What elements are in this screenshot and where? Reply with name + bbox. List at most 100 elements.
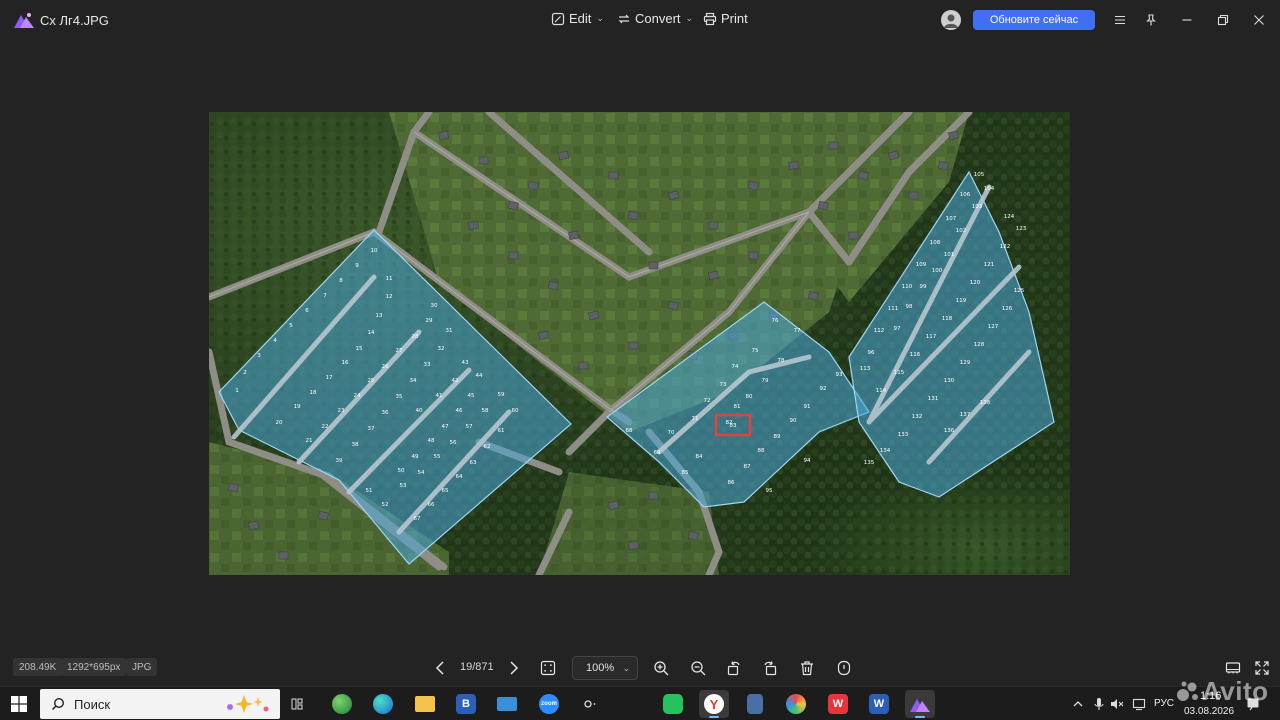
plot-number-label: 79 [762,378,769,384]
plot-number-label: 108 [930,240,941,246]
hamburger-menu-icon[interactable] [1110,10,1130,30]
plot-number-label: 46 [456,408,463,414]
plot-number-label: 59 [498,392,505,398]
plot-number-label: 17 [326,375,333,381]
plot-number-label: 69 [654,450,661,456]
minimize-icon[interactable] [1177,10,1197,30]
plot-number-label: 114 [876,388,887,394]
whatsapp-app[interactable] [658,690,688,718]
plot-number-label: 15 [356,346,363,352]
convert-menu[interactable]: Convert ⌄ [617,11,693,26]
chevron-down-icon: ⌄ [596,13,604,23]
zoom-in-button[interactable] [650,657,672,679]
plot-number-label: 113 [860,366,871,372]
plot-number-label: 14 [368,330,375,336]
plot-number-label: 138 [980,400,991,406]
photo-viewer-app[interactable] [905,690,935,718]
edge-beta-app[interactable] [327,690,357,718]
rotate-right-button[interactable] [759,657,781,679]
plot-number-label: 3 [257,353,261,359]
remote-desktop-icon [497,697,517,711]
restore-icon[interactable] [1213,10,1233,30]
house-roof [828,141,839,150]
plot-number-label: 8 [339,278,343,284]
clock-date[interactable]: 03.08.2026 [1184,706,1234,717]
plot-number-label: 123 [1016,226,1027,232]
plot-number-label: 51 [366,488,373,494]
edge-app[interactable] [368,690,398,718]
network-icon[interactable] [1132,697,1146,711]
plot-number-label: 52 [382,502,389,508]
calculator-icon [747,694,763,714]
house-roof [578,361,589,370]
avatar[interactable] [941,10,961,30]
speaker-muted-icon[interactable] [1110,697,1124,711]
plot-number-label: 91 [804,404,811,410]
plot-number-label: 25 [368,378,375,384]
plot-number-label: 58 [482,408,489,414]
house-roof [648,261,659,270]
image-canvas[interactable]: 1 2 3 4 5 6 7 8 9 10 11 12 13 14 15 16 17 18 19 20 21 22 23 24 2… [209,112,1070,575]
plot-number-label: 32 [438,346,445,352]
rotate-left-button[interactable] [723,657,745,679]
yandex-browser-app[interactable]: Y [699,690,729,718]
plot-number-label: 126 [1002,306,1013,312]
plot-number-label: 23 [338,408,345,414]
plot-number-label: 93 [836,372,843,378]
convert-menu-label: Convert [635,11,681,26]
plot-number-label: 94 [804,458,811,464]
word-app[interactable]: W [864,690,894,718]
zoom-select[interactable]: 100% ⌄ [572,656,638,680]
print-button[interactable]: Print [703,11,748,26]
paint-app[interactable] [781,690,811,718]
plot-number-label: 119 [956,298,967,304]
fit-to-window-button[interactable] [537,657,559,679]
previous-image-button[interactable] [430,657,452,679]
edge-beta-icon [332,694,352,714]
calculator-app[interactable] [740,690,770,718]
plot-number-label: 35 [396,394,403,400]
plot-number-label: 67 [414,516,421,522]
plot-number-label: 72 [704,398,711,404]
plot-number-label: 70 [668,430,675,436]
house-roof [628,341,639,350]
wps-app[interactable]: W [823,690,853,718]
plot-number-label: 73 [720,382,727,388]
delete-button[interactable] [796,657,818,679]
update-now-button[interactable]: Обновите сейчас [973,10,1095,30]
zoom-out-button[interactable] [687,657,709,679]
edit-menu[interactable]: Edit ⌄ [551,11,604,26]
plot-number-label: 118 [942,316,953,322]
plot-number-label: 54 [418,470,425,476]
close-icon[interactable] [1249,10,1269,30]
pin-icon[interactable] [1141,10,1161,30]
chevron-up-icon[interactable] [1071,697,1085,711]
plot-number-label: 134 [880,448,891,454]
info-button[interactable] [833,657,855,679]
file-explorer-app[interactable] [410,690,440,718]
plot-number-label: 88 [758,448,765,454]
print-label: Print [721,11,748,26]
plot-number-label: 16 [342,360,349,366]
plot-number-label: 137 [960,412,971,418]
task-view-app[interactable] [284,690,314,718]
house-roof [937,160,949,171]
copilot-app[interactable] [575,690,605,718]
remote-desktop-app[interactable] [492,690,522,718]
plot-number-label: 116 [910,352,921,358]
house-roof [608,171,619,180]
house-roof [527,180,539,191]
plot-number-label: 85 [682,470,689,476]
house-roof [687,530,699,541]
b-app[interactable]: B [451,690,481,718]
next-image-button[interactable] [502,657,524,679]
plot-number-label: 2 [243,370,247,376]
keyboard-language[interactable]: РУС [1154,698,1174,709]
plot-number-label: 103 [972,204,983,210]
zoom-app[interactable]: zoom [534,690,564,718]
taskbar-search[interactable]: Поиск [40,689,280,719]
windows-start-icon[interactable] [11,696,27,712]
task-view-icon [291,698,303,710]
house-roof [248,520,260,531]
microphone-icon[interactable] [1092,697,1106,711]
